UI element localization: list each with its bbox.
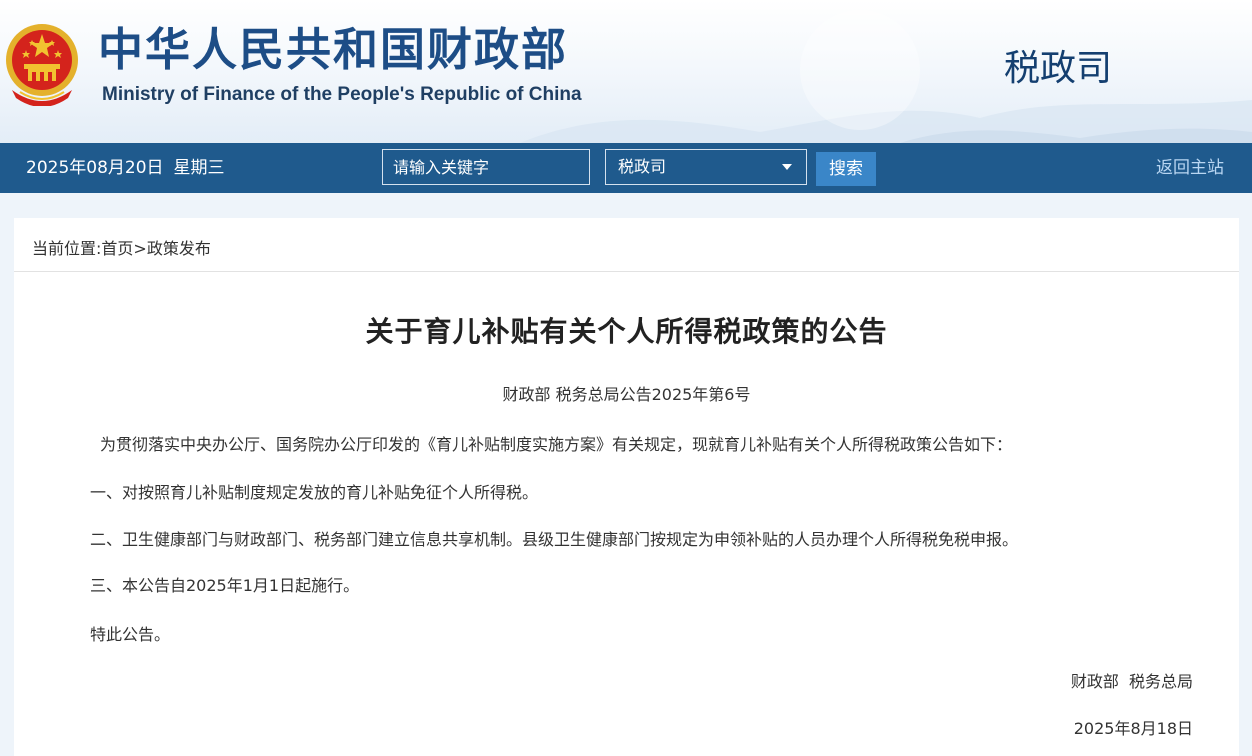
article-title: 关于育儿补贴有关个人所得税政策的公告 xyxy=(365,315,888,348)
current-date: 2025年08月20日 星期三 xyxy=(26,157,225,179)
site-title: 中华人民共和国财政部 xyxy=(98,23,569,76)
article-paragraph-1: 一、对按照育儿补贴制度规定发放的育儿补贴免征个人所得税。 xyxy=(90,483,539,502)
article-paragraph-intro: 为贯彻落实中央办公厅、国务院办公厅印发的《育儿补贴制度实施方案》有关规定，现就育… xyxy=(100,435,1013,454)
breadcrumb-separator: > xyxy=(133,239,147,258)
search-scope-select[interactable]: 税政司 xyxy=(605,149,807,185)
date-text: 2025年08月20日 xyxy=(26,158,164,178)
article-issuer: 财政部 税务总局 xyxy=(1070,672,1193,691)
search-input[interactable] xyxy=(382,149,590,185)
search-button[interactable]: 搜索 xyxy=(816,152,876,186)
breadcrumb-divider xyxy=(14,271,1239,272)
article-date: 2025年8月18日 xyxy=(1073,719,1193,738)
article-paragraph-2: 二、卫生健康部门与财政部门、税务部门建立信息共享机制。县级卫生健康部门按规定为申… xyxy=(90,530,1019,549)
page: 中华人民共和国财政部 Ministry of Finance of the Pe… xyxy=(0,0,1252,756)
search-scope-value: 税政司 xyxy=(618,157,667,176)
breadcrumb-section-link[interactable]: 政策发布 xyxy=(147,239,211,258)
header-banner: 中华人民共和国财政部 Ministry of Finance of the Pe… xyxy=(0,0,1252,143)
department-title: 税政司 xyxy=(1004,48,1113,89)
content-card: 当前位置:首页>政策发布 关于育儿补贴有关个人所得税政策的公告 财政部 税务总局… xyxy=(14,218,1239,756)
site-subtitle: Ministry of Finance of the People's Repu… xyxy=(102,84,582,105)
breadcrumb-home-link[interactable]: 首页 xyxy=(101,239,133,258)
article-paragraph-closing: 特此公告。 xyxy=(90,625,171,644)
breadcrumb-prefix: 当前位置: xyxy=(32,239,102,258)
navbar: 2025年08月20日星期三 税政司 搜索 返回主站 xyxy=(0,143,1252,193)
breadcrumb: 当前位置:首页>政策发布 xyxy=(32,238,211,260)
national-emblem-icon xyxy=(6,24,78,106)
chevron-down-icon xyxy=(782,164,792,170)
article-paragraph-3: 三、本公告自2025年1月1日起施行。 xyxy=(90,576,360,595)
document-number: 财政部 税务总局公告2025年第6号 xyxy=(502,385,751,404)
return-home-link[interactable]: 返回主站 xyxy=(1156,157,1224,179)
weekday-text: 星期三 xyxy=(173,158,225,178)
